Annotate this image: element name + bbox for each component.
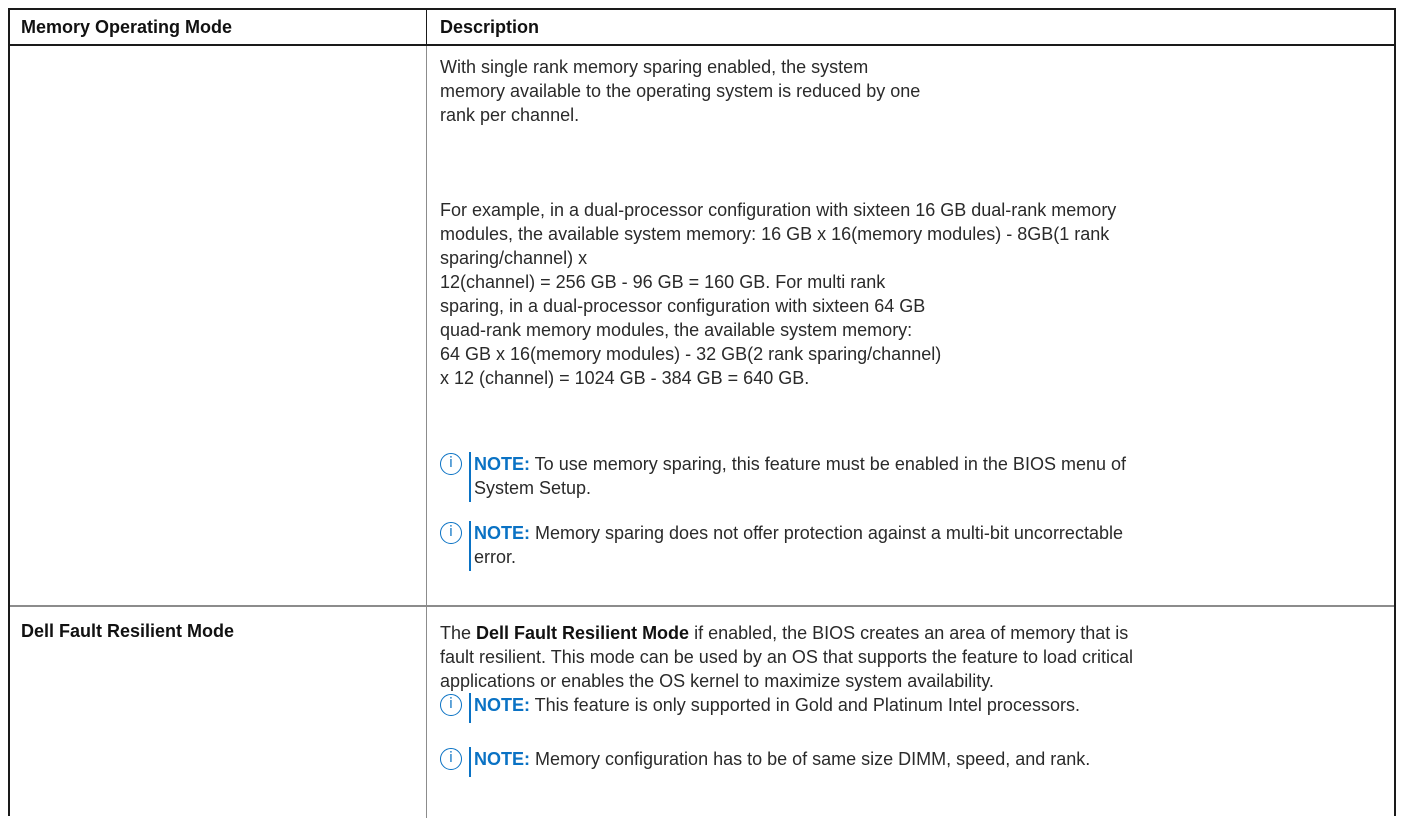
description-paragraph: The Dell Fault Resilient Mode if enabled… [440,621,1364,693]
note-text: NOTE: To use memory sparing, this featur… [474,452,1364,500]
note-callout: i NOTE: This feature is only supported i… [440,693,1364,723]
intro-bold: Dell Fault Resilient Mode [476,623,690,643]
note-line: Memory sparing does not offer protection… [530,523,1123,543]
text-line: memory available to the operating system… [440,81,921,101]
text-line: With single rank memory sparing enabled,… [440,57,869,77]
row-mode-label: Dell Fault Resilient Mode [21,621,235,641]
header-description: Description [440,17,540,37]
note-callout: i NOTE: Memory configuration has to be o… [440,747,1364,777]
header-memory-operating-mode: Memory Operating Mode [21,17,233,37]
note-callout: i NOTE: Memory sparing does not offer pr… [440,521,1364,571]
text-line: rank per channel. [440,105,580,125]
text-line: The Dell Fault Resilient Mode if enabled… [440,621,1364,645]
note-bar [469,452,471,502]
note-bar [469,747,471,777]
info-circle-icon: i [440,453,462,475]
note-line: Memory configuration has to be of same s… [530,749,1091,769]
text-line: For example, in a dual-processor configu… [440,200,1117,220]
text-line: sparing, in a dual-processor configurati… [440,296,926,316]
note-text: NOTE: This feature is only supported in … [474,693,1364,717]
note-callout: i NOTE: To use memory sparing, this feat… [440,452,1364,502]
note-text: NOTE: Memory configuration has to be of … [474,747,1364,771]
note-label: NOTE: [474,695,530,715]
column-divider [426,607,427,818]
note-line: System Setup. [474,478,592,498]
column-divider [426,10,427,44]
text-line: sparing/channel) x [440,248,588,268]
table-header-row: Memory Operating Mode Description [10,10,1394,46]
note-line: This feature is only supported in Gold a… [530,695,1080,715]
text-line: 64 GB x 16(memory modules) - 32 GB(2 ran… [440,344,942,364]
text-line: 12(channel) = 256 GB - 96 GB = 160 GB. F… [440,272,886,292]
info-circle-icon: i [440,694,462,716]
description-paragraph: With single rank memory sparing enabled,… [440,55,1364,127]
column-divider [426,46,427,605]
text-line: applications or enables the OS kernel to… [440,671,994,691]
info-circle-icon: i [440,748,462,770]
note-label: NOTE: [474,523,530,543]
description-paragraph: For example, in a dual-processor configu… [440,198,1364,390]
text-line: fault resilient. This mode can be used b… [440,647,1134,667]
note-label: NOTE: [474,454,530,474]
text-line: x 12 (channel) = 1024 GB - 384 GB = 640 … [440,368,810,388]
note-text: NOTE: Memory sparing does not offer prot… [474,521,1364,569]
note-bar [469,521,471,571]
note-line: To use memory sparing, this feature must… [530,454,1126,474]
info-circle-icon: i [440,522,462,544]
text-line: modules, the available system memory: 16… [440,224,1110,244]
memory-modes-table: Memory Operating Mode Description With s… [8,8,1396,818]
note-label: NOTE: [474,749,530,769]
table-row: Dell Fault Resilient Mode The Dell Fault… [10,607,1394,818]
note-line: error. [474,547,517,567]
intro-prefix: The [440,623,477,643]
table-row: With single rank memory sparing enabled,… [10,46,1394,607]
note-bar [469,693,471,723]
text-line: quad-rank memory modules, the available … [440,320,913,340]
intro-rest: if enabled, the BIOS creates an area of … [689,623,1129,643]
